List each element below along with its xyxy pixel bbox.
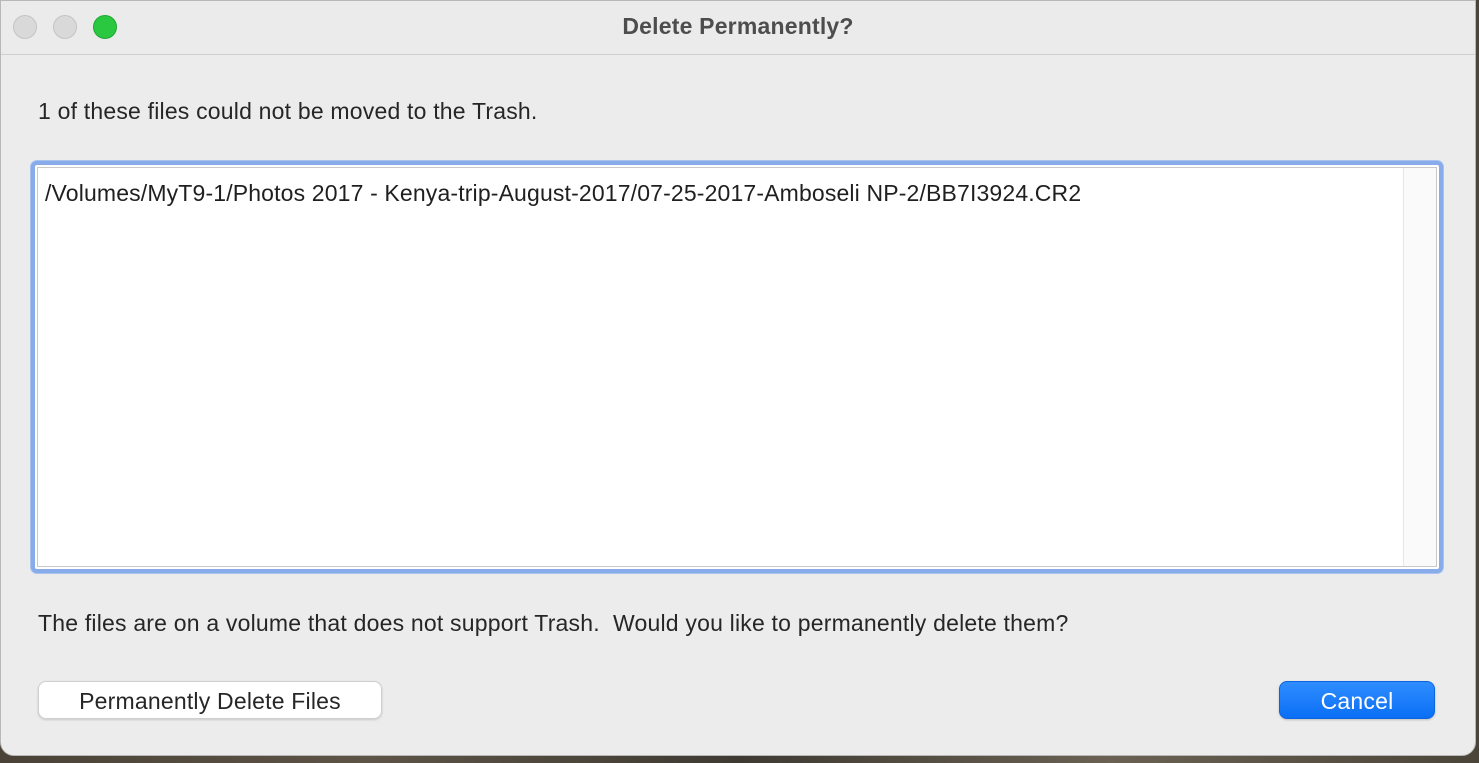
cancel-button[interactable]: Cancel — [1279, 681, 1435, 719]
file-list-item[interactable]: /Volumes/MyT9-1/Photos 2017 - Kenya-trip… — [45, 180, 1081, 207]
dialog-window: Delete Permanently? 1 of these files cou… — [0, 0, 1476, 756]
file-list[interactable]: /Volumes/MyT9-1/Photos 2017 - Kenya-trip… — [31, 161, 1443, 573]
file-list-content: /Volumes/MyT9-1/Photos 2017 - Kenya-trip… — [37, 167, 1437, 567]
window-title: Delete Permanently? — [622, 13, 854, 39]
permanently-delete-button[interactable]: Permanently Delete Files — [38, 681, 382, 719]
title-bar: Delete Permanently? — [1, 1, 1475, 55]
dialog-info-text: The files are on a volume that does not … — [38, 610, 1069, 636]
file-list-scrollbar[interactable] — [1403, 168, 1436, 566]
dialog-message: 1 of these files could not be moved to t… — [38, 98, 538, 124]
